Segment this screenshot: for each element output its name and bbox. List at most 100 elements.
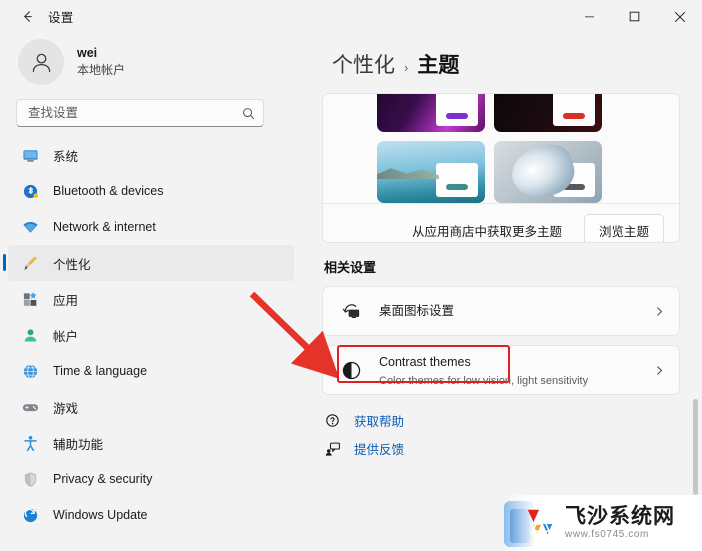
related-settings-heading: 相关设置 xyxy=(324,260,377,275)
sidebar-item-label: 应用 xyxy=(53,293,79,308)
update-refresh-icon xyxy=(20,505,40,525)
desktop-icon-settings-icon xyxy=(339,301,363,322)
avatar xyxy=(18,39,64,85)
sidebar-item-label: 系统 xyxy=(53,149,79,164)
row-text: Contrast themes Color themes for low vis… xyxy=(379,352,654,388)
sidebar-item-label: Windows Update xyxy=(53,508,148,522)
sidebar-item-privacy-security[interactable]: Privacy & security xyxy=(8,461,294,497)
give-feedback-label: 提供反馈 xyxy=(354,443,405,457)
sidebar-item-label: Time & language xyxy=(53,364,148,378)
close-button[interactable] xyxy=(657,0,702,33)
watermark-name: 飞沙系统网 xyxy=(565,504,675,528)
search-icon xyxy=(242,107,255,120)
sidebar-item-system[interactable]: 系统 xyxy=(8,137,294,173)
theme-preview-tile xyxy=(553,94,595,126)
row-text: 桌面图标设置 xyxy=(379,301,654,322)
browse-themes-button[interactable]: 浏览主题 xyxy=(583,213,664,242)
watermark-url: www.fs0745.com xyxy=(565,528,649,540)
maximize-button[interactable] xyxy=(612,0,657,33)
feedback-speech-icon xyxy=(322,441,344,457)
chevron-right-icon: › xyxy=(404,60,409,75)
get-help-label: 获取帮助 xyxy=(354,415,405,429)
shield-icon xyxy=(20,469,40,489)
sidebar-item-personalization[interactable]: 个性化 xyxy=(3,245,294,281)
get-help-link[interactable]: 获取帮助 xyxy=(322,411,680,430)
theme-thumb-purple[interactable] xyxy=(377,94,485,132)
bluetooth-icon xyxy=(20,181,40,201)
sidebar-item-time-language[interactable]: Time & language xyxy=(8,353,294,389)
scroll-area: 从应用商店中获取更多主题 浏览主题 相关设置 桌面图标设置 Contrast t… xyxy=(322,93,702,503)
search-input[interactable] xyxy=(28,106,242,120)
sidebar-item-bluetooth-devices[interactable]: Bluetooth & devices xyxy=(8,173,294,209)
sidebar-item-accounts[interactable]: 帐户 xyxy=(8,317,294,353)
minimize-icon xyxy=(585,16,594,18)
theme-thumb-lake[interactable] xyxy=(377,141,485,203)
account-text: wei 本地帐户 xyxy=(77,45,125,78)
store-themes-row: 从应用商店中获取更多主题 浏览主题 xyxy=(323,203,679,242)
sidebar-item-gaming[interactable]: 游戏 xyxy=(8,389,294,425)
accounts-person-icon xyxy=(20,325,40,345)
search-box[interactable] xyxy=(16,99,264,127)
watermark-text: 飞沙系统网 www.fs0745.com xyxy=(565,504,675,541)
row-subtitle: Color themes for low vision, light sensi… xyxy=(379,374,589,387)
themes-card: 从应用商店中获取更多主题 浏览主题 xyxy=(322,93,680,243)
breadcrumb: 个性化 › 主题 xyxy=(322,33,702,93)
sidebar-item-accessibility[interactable]: 辅助功能 xyxy=(8,425,294,461)
sidebar-item-network-internet[interactable]: Network & internet xyxy=(8,209,294,245)
content-pane: 个性化 › 主题 从应用商店中获取更多主题 浏览主题 相关设置 桌面图标设置 C… xyxy=(310,33,702,551)
account-name: wei xyxy=(77,46,98,61)
theme-preview-tile xyxy=(436,94,478,126)
help-links: 获取帮助 提供反馈 xyxy=(322,411,680,458)
watermark: 飞沙系统网 www.fs0745.com xyxy=(500,495,702,551)
apps-icon xyxy=(20,289,40,309)
back-button[interactable] xyxy=(12,4,42,30)
chevron-right-icon xyxy=(654,365,665,376)
breadcrumb-parent[interactable]: 个性化 xyxy=(332,49,395,79)
page-title: 主题 xyxy=(417,54,460,77)
wifi-icon xyxy=(20,217,40,237)
contrast-circle-icon xyxy=(339,360,363,381)
settings-window: 设置 wei 本地帐户 查找设置 系统 Bluetooth & devices … xyxy=(0,0,702,551)
theme-preview-tile xyxy=(553,163,595,197)
window-controls xyxy=(567,0,702,33)
clock-globe-icon xyxy=(20,361,40,381)
system-icon xyxy=(20,145,40,165)
account-section[interactable]: wei 本地帐户 xyxy=(0,33,300,95)
give-feedback-link[interactable]: 提供反馈 xyxy=(322,439,680,458)
theme-thumb-flow[interactable] xyxy=(494,141,602,203)
fs-triangle-logo-icon xyxy=(527,509,553,535)
scrollbar-thumb[interactable] xyxy=(693,399,698,495)
minimize-button[interactable] xyxy=(567,0,612,33)
content-scrollbar[interactable] xyxy=(693,99,698,495)
sidebar-nav: 系统 Bluetooth & devices Network & interne… xyxy=(0,137,300,551)
window-title: 设置 xyxy=(48,11,74,25)
row-title: 桌面图标设置 xyxy=(379,303,455,318)
help-question-icon xyxy=(322,413,344,429)
sidebar-item-label: 个性化 xyxy=(53,257,91,272)
person-avatar-icon xyxy=(32,53,50,72)
store-themes-label: 从应用商店中获取更多主题 xyxy=(411,224,562,239)
window-body: wei 本地帐户 查找设置 系统 Bluetooth & devices Net… xyxy=(0,33,702,551)
title-bar: 设置 xyxy=(0,0,702,33)
sidebar-item-windows-update[interactable]: Windows Update xyxy=(8,497,294,533)
maximize-icon xyxy=(629,11,640,22)
sidebar-item-label: 帐户 xyxy=(53,329,79,344)
theme-preview-tile xyxy=(436,163,478,197)
sidebar-item-label: Privacy & security xyxy=(53,472,153,486)
desktop-icon-settings-row[interactable]: 桌面图标设置 xyxy=(322,286,680,336)
accessibility-person-icon xyxy=(20,433,40,453)
theme-thumb-dark-red[interactable] xyxy=(494,94,602,132)
sidebar-item-apps[interactable]: 应用 xyxy=(8,281,294,317)
sidebar-item-label: 辅助功能 xyxy=(53,437,104,452)
contrast-themes-row[interactable]: Contrast themes Color themes for low vis… xyxy=(322,345,680,395)
account-type: 本地帐户 xyxy=(77,63,126,78)
close-icon xyxy=(674,11,685,22)
sidebar-item-label: 游戏 xyxy=(53,401,79,416)
sidebar-item-label: Bluetooth & devices xyxy=(53,184,164,198)
sidebar-item-label: Network & internet xyxy=(53,220,156,234)
gamepad-icon xyxy=(20,397,40,417)
sidebar: wei 本地帐户 查找设置 系统 Bluetooth & devices Net… xyxy=(0,33,310,551)
row-title: Contrast themes xyxy=(379,354,471,369)
personalization-brush-icon xyxy=(20,253,40,273)
theme-thumbnail-grid xyxy=(323,94,679,203)
